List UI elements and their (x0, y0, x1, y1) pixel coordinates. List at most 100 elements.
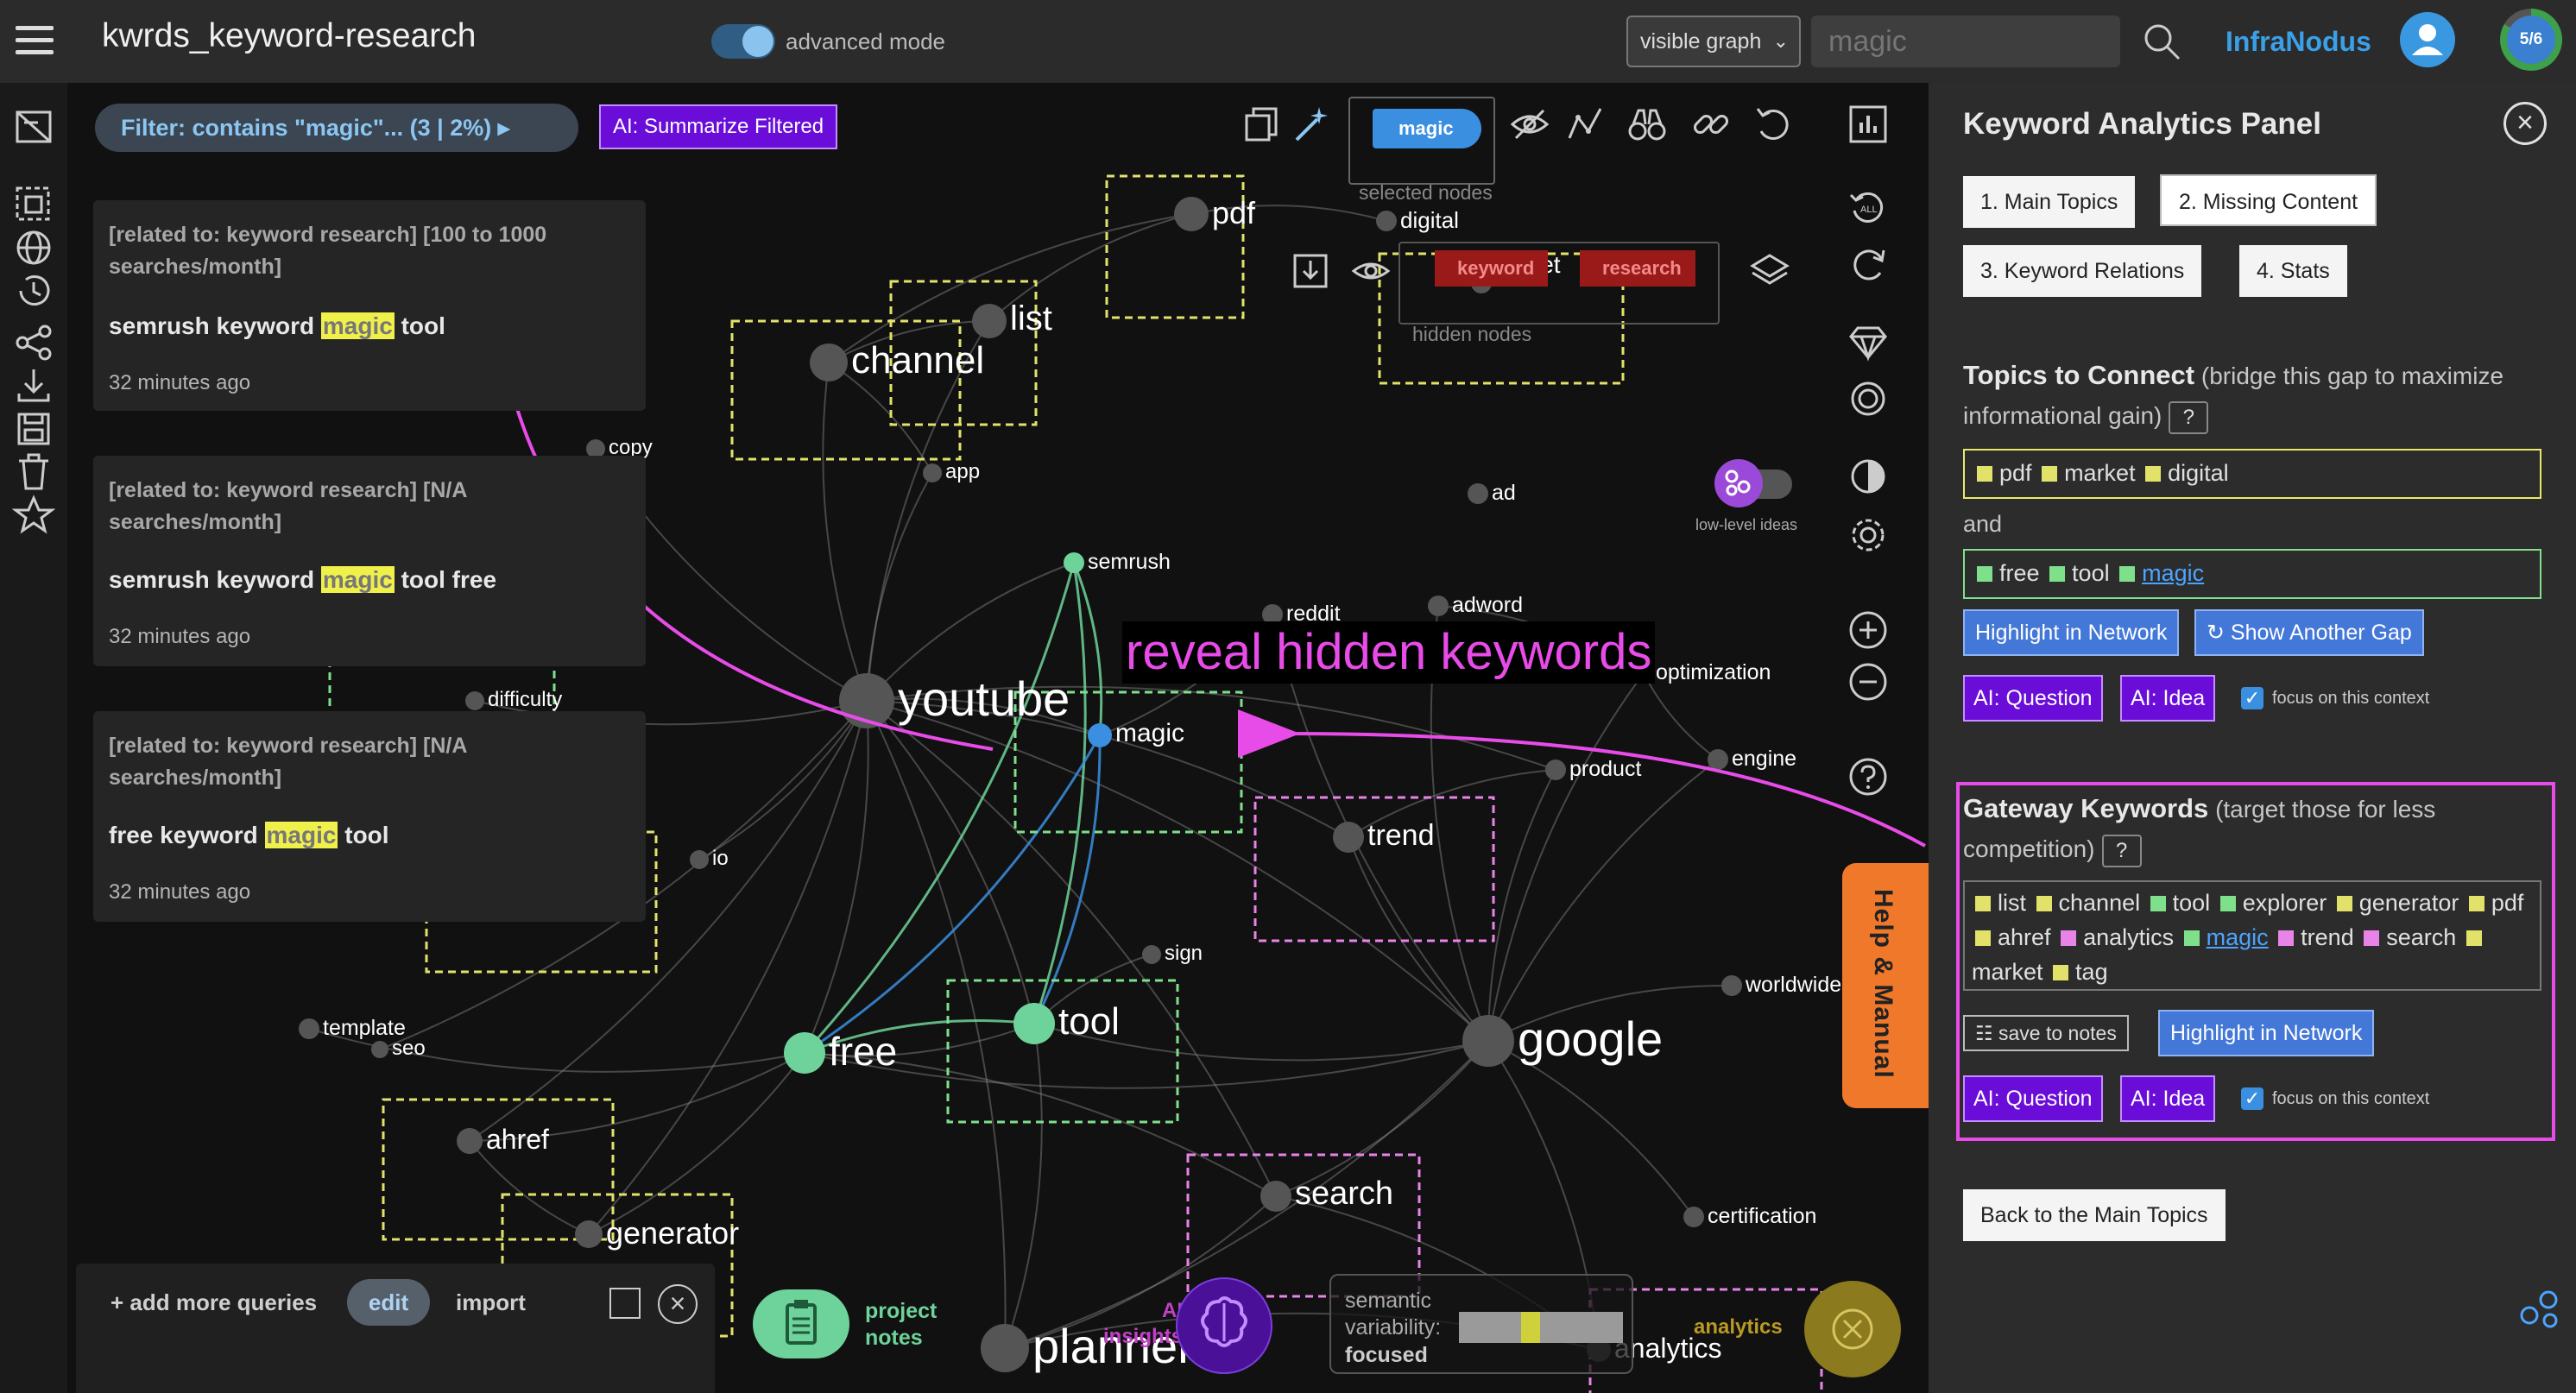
project-notes-button[interactable] (753, 1289, 849, 1358)
node-label-youtube[interactable]: youtube (898, 671, 1070, 727)
text-editor-icon[interactable] (12, 105, 55, 148)
graph-node-product[interactable] (1545, 760, 1566, 780)
diamond-icon[interactable] (1847, 321, 1889, 362)
focus-context-checkbox[interactable]: ✓ (2241, 687, 2263, 709)
low-level-ideas-toggle[interactable] (1709, 457, 1796, 509)
search-result-card[interactable]: [related to: keyword research] [N/A sear… (93, 456, 646, 666)
brand-logo[interactable]: InfraNodus (2226, 26, 2371, 58)
graph-node-certification[interactable] (1683, 1207, 1704, 1227)
semantic-variability-widget[interactable]: semantic variability: focused (1329, 1274, 1633, 1374)
node-label-engine[interactable]: engine (1732, 747, 1796, 772)
node-label-trend[interactable]: trend (1367, 819, 1435, 853)
keyword-free[interactable]: free (1999, 560, 2040, 586)
graph-node-search[interactable] (1260, 1181, 1291, 1212)
download-icon[interactable] (12, 364, 55, 407)
edit-button[interactable]: edit (347, 1279, 430, 1326)
tab-main-topics[interactable]: 1. Main Topics (1963, 176, 2136, 228)
link-icon[interactable] (1690, 104, 1732, 145)
graph-node-template[interactable] (299, 1018, 319, 1039)
download-icon[interactable] (1290, 250, 1331, 292)
node-label-ad[interactable]: ad (1492, 481, 1516, 506)
graph-node-tool[interactable] (1013, 1003, 1055, 1044)
node-label-adword[interactable]: adword (1452, 593, 1523, 618)
hidden-node-chip[interactable]: research (1580, 250, 1695, 287)
node-label-seo[interactable]: seo (392, 1037, 426, 1061)
hide-icon[interactable] (1509, 104, 1550, 145)
graph-view-select[interactable]: visible graph ⌄ (1626, 16, 1801, 67)
bar-chart-icon[interactable] (1847, 104, 1889, 145)
target-icon[interactable] (1847, 378, 1889, 419)
node-label-worldwide[interactable]: worldwide (1746, 973, 1841, 998)
node-label-ahref[interactable]: ahref (486, 1124, 549, 1156)
zoom-out-icon[interactable] (1847, 661, 1889, 703)
keyword-market[interactable]: market (2064, 460, 2136, 486)
network-icon[interactable] (2516, 1284, 2564, 1333)
layers-icon[interactable] (1749, 250, 1790, 292)
node-label-difficulty[interactable]: difficulty (488, 688, 562, 712)
graph-node-magic[interactable] (1088, 723, 1112, 747)
ai-summarize-button[interactable]: AI: Summarize Filtered (599, 104, 838, 149)
tab-keyword-relations[interactable]: 3. Keyword Relations (1963, 245, 2202, 297)
node-label-google[interactable]: google (1518, 1011, 1663, 1067)
binoculars-icon[interactable] (1626, 104, 1668, 145)
import-button[interactable]: import (456, 1289, 526, 1316)
graph-node-semrush[interactable] (1064, 552, 1084, 573)
search-input[interactable] (1811, 16, 2120, 67)
node-label-free[interactable]: free (829, 1028, 897, 1075)
user-avatar-icon[interactable] (2400, 12, 2455, 67)
filter-chip[interactable]: Filter: contains "magic"... (3 | 2%) ▸ (95, 104, 578, 152)
graph-node-worldwide[interactable] (1721, 975, 1742, 996)
tab-missing-content[interactable]: 2. Missing Content (2160, 174, 2377, 226)
path-icon[interactable] (1564, 104, 1606, 145)
highlight-in-network-button[interactable]: Highlight in Network (1963, 609, 2180, 656)
close-icon[interactable]: × (658, 1284, 698, 1324)
copy-icon[interactable] (1241, 104, 1283, 145)
selected-node-chip[interactable]: magic (1373, 109, 1481, 148)
graph-node-digital[interactable] (1376, 211, 1397, 231)
eye-icon[interactable] (1350, 250, 1392, 292)
graph-node-ad[interactable] (1468, 483, 1488, 504)
graph-node-pdf[interactable] (1174, 197, 1209, 231)
tab-stats[interactable]: 4. Stats (2239, 245, 2347, 297)
help-manual-tab[interactable]: Help & Manual (1842, 863, 1929, 1108)
graph-node-adword[interactable] (1428, 596, 1449, 616)
refresh-icon[interactable] (1847, 243, 1889, 285)
graph-node-generator[interactable] (575, 1220, 603, 1248)
search-icon[interactable] (2141, 21, 2182, 62)
hidden-node-chip[interactable]: keyword (1435, 250, 1549, 287)
ai-question-button[interactable]: AI: Question (1963, 675, 2103, 722)
node-label-semrush[interactable]: semrush (1088, 550, 1171, 575)
graph-node-planner[interactable] (981, 1324, 1029, 1372)
node-label-magic[interactable]: magic (1115, 719, 1184, 748)
keyword-pdf[interactable]: pdf (1999, 460, 2032, 486)
gear-icon[interactable] (1847, 514, 1889, 556)
globe-icon[interactable] (12, 226, 55, 269)
graph-node-trend[interactable] (1333, 822, 1364, 853)
node-label-app[interactable]: app (945, 460, 980, 484)
node-label-tool[interactable]: tool (1058, 1000, 1120, 1043)
node-label-sign[interactable]: sign (1165, 942, 1203, 966)
keyword-tool[interactable]: tool (2072, 560, 2110, 586)
node-label-digital[interactable]: digital (1400, 207, 1459, 234)
node-label-generator[interactable]: generator (606, 1215, 739, 1251)
magic-wand-icon[interactable] (1290, 104, 1331, 145)
reset-all-icon[interactable]: ALL (1847, 186, 1889, 228)
show-another-gap-button[interactable]: ↻ Show Another Gap (2194, 609, 2424, 656)
menu-icon[interactable] (16, 26, 54, 57)
graph-node-google[interactable] (1462, 1015, 1514, 1067)
save-icon[interactable] (12, 407, 55, 451)
keyword-magic[interactable]: magic (2142, 560, 2204, 586)
share-icon[interactable] (12, 321, 55, 364)
node-label-pdf[interactable]: pdf (1212, 195, 1255, 231)
node-label-io[interactable]: io (712, 847, 729, 871)
undo-icon[interactable] (1752, 104, 1794, 145)
progress-indicator[interactable]: 5/6 (2500, 9, 2562, 71)
back-to-main-topics-button[interactable]: Back to the Main Topics (1963, 1189, 2226, 1241)
search-result-card[interactable]: [related to: keyword research] [N/A sear… (93, 711, 646, 922)
expand-icon[interactable] (609, 1288, 641, 1319)
graph-node-difficulty[interactable] (465, 691, 484, 710)
graph-node-free[interactable] (784, 1032, 825, 1074)
graph-node-channel[interactable] (810, 344, 848, 381)
search-result-card[interactable]: [related to: keyword research] [100 to 1… (93, 200, 646, 411)
history-icon[interactable] (12, 269, 55, 312)
